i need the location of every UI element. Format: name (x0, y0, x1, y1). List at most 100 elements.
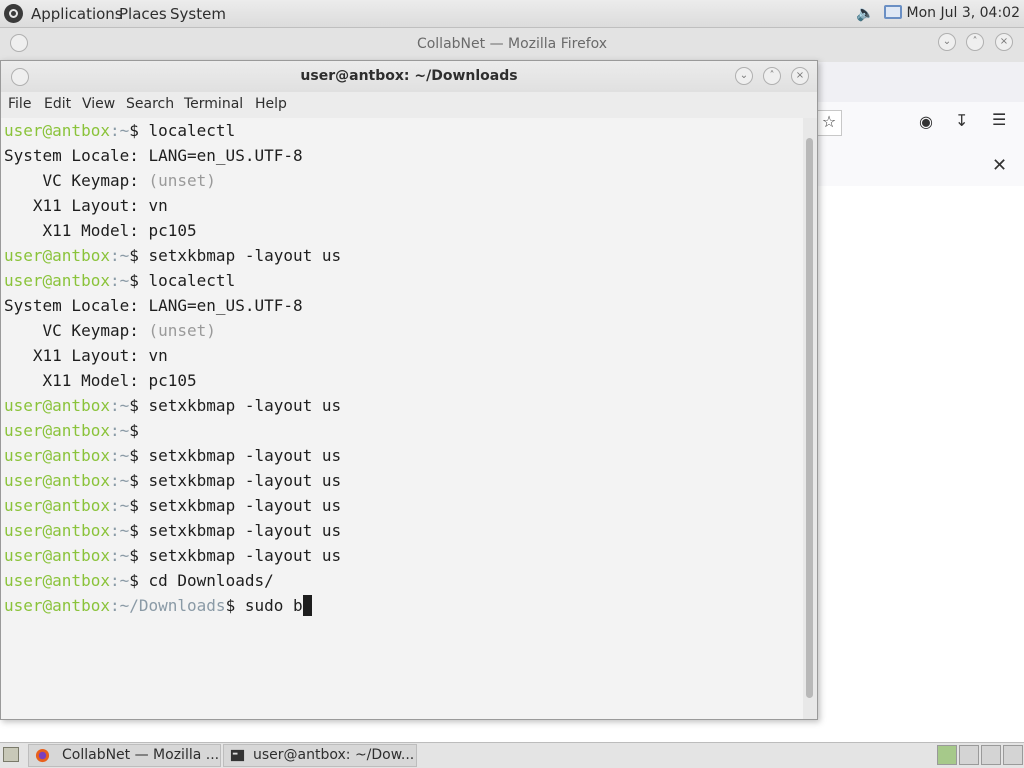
workspace-4[interactable] (1003, 745, 1023, 765)
network-icon[interactable] (884, 5, 902, 19)
prompt-path: :~ (109, 446, 130, 465)
firefox-window-menu-icon[interactable] (10, 34, 28, 52)
prompt-user: user@antbox (4, 396, 110, 415)
firefox-titlebar: CollabNet — Mozilla Firefox (0, 28, 1024, 62)
close-icon[interactable]: × (995, 33, 1013, 51)
minimize-icon[interactable]: ⌄ (938, 33, 956, 51)
command-text: localectl (148, 271, 236, 290)
prompt-path: :~ (109, 471, 130, 490)
command-text: setxkbmap -layout us (148, 546, 342, 565)
top-panel: Applications Places System 🔈 Mon Jul 3, … (0, 0, 1024, 28)
prompt-user: user@antbox (4, 446, 110, 465)
pocket-icon[interactable]: ◉ (919, 112, 933, 131)
prompt-user: user@antbox (4, 546, 110, 565)
clock[interactable]: Mon Jul 3, 04:02 (907, 5, 1020, 21)
prompt-path: :~ (109, 571, 130, 590)
prompt-user: user@antbox (4, 246, 110, 265)
output-text: X11 Model: pc105 (4, 221, 197, 240)
prompt-symbol: $ (129, 396, 149, 415)
menu-edit[interactable]: Edit (44, 96, 71, 112)
prompt-user: user@antbox (4, 571, 110, 590)
workspace-3[interactable] (981, 745, 1001, 765)
prompt-user: user@antbox (4, 596, 110, 615)
places-menu[interactable]: Places (119, 5, 167, 23)
prompt-path: :~ (109, 521, 130, 540)
menu-file[interactable]: File (8, 96, 31, 112)
downloads-icon[interactable]: ↧ (955, 111, 968, 130)
distro-logo-icon[interactable] (4, 4, 23, 23)
menu-search[interactable]: Search (126, 96, 174, 112)
prompt-path: :~ (109, 121, 130, 140)
prompt-symbol: $ (129, 521, 149, 540)
menu-help[interactable]: Help (255, 96, 287, 112)
prompt-user: user@antbox (4, 421, 110, 440)
prompt-symbol: $ (129, 271, 149, 290)
close-icon[interactable]: × (791, 67, 809, 85)
output-dim-text: (unset) (148, 171, 216, 190)
command-text: cd Downloads/ (148, 571, 274, 590)
scrollbar-thumb[interactable] (806, 138, 813, 698)
bookmark-star-icon[interactable]: ☆ (816, 110, 842, 136)
terminal-line: user@antbox:~$ localectl (4, 118, 235, 143)
show-desktop-icon[interactable] (3, 747, 19, 762)
task-firefox[interactable]: CollabNet — Mozilla ... (28, 744, 221, 767)
terminal-window-menu-icon[interactable] (11, 68, 29, 86)
terminal-line: X11 Layout: vn (4, 193, 168, 218)
terminal-line: user@antbox:~/Downloads$ sudo b (4, 593, 312, 618)
output-dim-text: (unset) (148, 321, 216, 340)
prompt-symbol: $ (129, 446, 149, 465)
terminal-line: X11 Model: pc105 (4, 218, 197, 243)
terminal-line: VC Keymap: (unset) (4, 318, 216, 343)
prompt-user: user@antbox (4, 521, 110, 540)
output-text: System Locale: LANG=en_US.UTF-8 (4, 296, 303, 315)
terminal-window: user@antbox: ~/Downloads ⌄ ˄ × File Edit… (0, 60, 818, 720)
output-text: System Locale: LANG=en_US.UTF-8 (4, 146, 303, 165)
output-text: VC Keymap: (4, 321, 149, 340)
maximize-icon[interactable]: ˄ (966, 33, 984, 51)
prompt-symbol: $ (129, 571, 149, 590)
firefox-icon (35, 748, 50, 763)
prompt-symbol: $ (129, 546, 149, 565)
command-text: setxkbmap -layout us (148, 471, 342, 490)
task-firefox-label: CollabNet — Mozilla ... (62, 747, 220, 763)
terminal-line: user@antbox:~$ setxkbmap -layout us (4, 243, 341, 268)
hamburger-menu-icon[interactable]: ☰ (992, 110, 1006, 129)
text-cursor (302, 594, 312, 616)
terminal-line: System Locale: LANG=en_US.UTF-8 (4, 293, 303, 318)
applications-menu[interactable]: Applications (31, 5, 123, 23)
command-text: sudo b (244, 596, 303, 615)
workspace-2[interactable] (959, 745, 979, 765)
prompt-path: :~ (109, 421, 130, 440)
prompt-path: :~ (109, 396, 130, 415)
terminal-menubar: File Edit View Search Terminal Help (1, 92, 817, 119)
speaker-icon[interactable]: 🔈 (856, 4, 875, 22)
minimize-icon[interactable]: ⌄ (735, 67, 753, 85)
prompt-path: :~/Downloads (109, 596, 226, 615)
terminal-line: X11 Model: pc105 (4, 368, 197, 393)
task-terminal[interactable]: user@antbox: ~/Dow... (223, 744, 417, 767)
terminal-line: user@antbox:~$ setxkbmap -layout us (4, 393, 341, 418)
command-text: setxkbmap -layout us (148, 496, 342, 515)
output-text: VC Keymap: (4, 171, 149, 190)
output-text: X11 Model: pc105 (4, 371, 197, 390)
prompt-symbol: $ (129, 421, 139, 440)
terminal-icon (230, 749, 245, 762)
maximize-icon[interactable]: ˄ (763, 67, 781, 85)
terminal-line: System Locale: LANG=en_US.UTF-8 (4, 143, 303, 168)
workspace-1[interactable] (937, 745, 957, 765)
system-menu[interactable]: System (170, 5, 226, 23)
terminal-window-title: user@antbox: ~/Downloads (300, 68, 518, 84)
terminal-output[interactable]: user@antbox:~$ localectl System Locale: L… (1, 118, 803, 719)
menu-terminal[interactable]: Terminal (184, 96, 243, 112)
terminal-line: user@antbox:~$ setxkbmap -layout us (4, 493, 341, 518)
prompt-symbol: $ (129, 246, 149, 265)
prompt-path: :~ (109, 271, 130, 290)
terminal-scrollbar[interactable] (803, 118, 817, 719)
terminal-titlebar: user@antbox: ~/Downloads (1, 61, 817, 92)
terminal-line: VC Keymap: (unset) (4, 168, 216, 193)
menu-view[interactable]: View (82, 96, 115, 112)
terminal-line: user@antbox:~$ cd Downloads/ (4, 568, 274, 593)
close-notification-icon[interactable]: ✕ (992, 155, 1007, 176)
prompt-user: user@antbox (4, 471, 110, 490)
prompt-path: :~ (109, 546, 130, 565)
